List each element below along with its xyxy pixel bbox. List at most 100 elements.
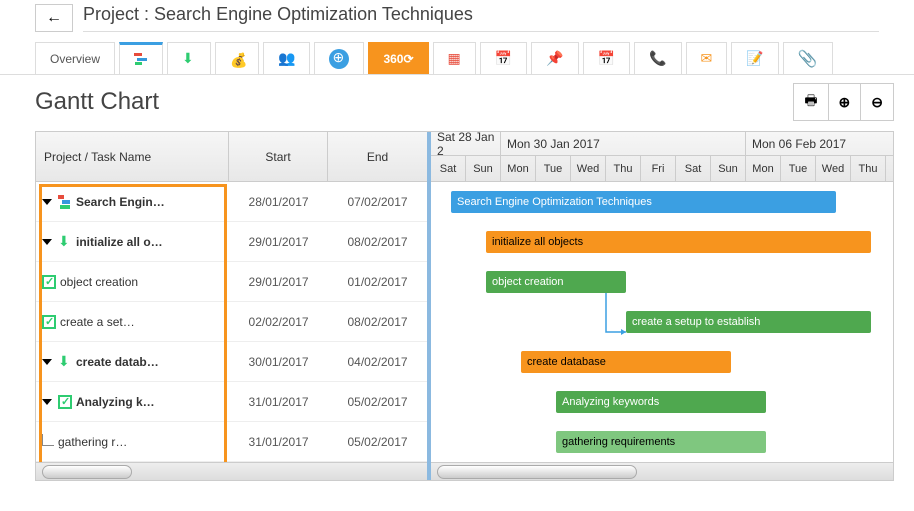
branch-icon bbox=[42, 434, 54, 446]
paperclip-icon: 📎 bbox=[798, 49, 818, 69]
tab-budget[interactable] bbox=[215, 42, 259, 74]
day-header: Mon bbox=[501, 156, 536, 182]
day-header: Tue bbox=[781, 156, 816, 182]
grid-icon: ▦ bbox=[448, 50, 461, 67]
task-name: Analyzing k… bbox=[76, 395, 155, 409]
task-start: 29/01/2017 bbox=[229, 235, 328, 249]
gantt-bar[interactable]: Analyzing keywords bbox=[556, 391, 766, 413]
calendar-red-icon: 📅 bbox=[495, 50, 512, 67]
check-icon bbox=[58, 395, 72, 409]
task-end: 08/02/2017 bbox=[328, 235, 427, 249]
download-icon bbox=[182, 52, 196, 66]
task-start: 28/01/2017 bbox=[229, 195, 328, 209]
tab-attach[interactable]: 📎 bbox=[783, 42, 833, 74]
task-name: gathering r… bbox=[58, 435, 127, 449]
timeline-group-1: Sat 28 Jan 2 bbox=[431, 132, 501, 155]
task-end: 05/02/2017 bbox=[328, 435, 427, 449]
gantt-bar[interactable]: create database bbox=[521, 351, 731, 373]
task-row[interactable]: Analyzing k…31/01/201705/02/2017 bbox=[36, 382, 427, 422]
people-icon: 👥 bbox=[278, 50, 295, 67]
tab-export[interactable] bbox=[167, 42, 211, 74]
day-header: Thu bbox=[606, 156, 641, 182]
task-name: initialize all o… bbox=[76, 235, 163, 249]
back-button[interactable]: ← bbox=[35, 4, 73, 32]
task-start: 31/01/2017 bbox=[229, 395, 328, 409]
day-header: Sun bbox=[466, 156, 501, 182]
gantt-bar[interactable]: initialize all objects bbox=[486, 231, 871, 253]
task-name: object creation bbox=[60, 275, 138, 289]
globe-icon bbox=[329, 49, 349, 69]
download-icon bbox=[58, 235, 72, 249]
collapse-icon[interactable] bbox=[42, 239, 52, 245]
task-start: 30/01/2017 bbox=[229, 355, 328, 369]
task-row[interactable]: initialize all o… 29/01/201708/02/2017 bbox=[36, 222, 427, 262]
collapse-icon[interactable] bbox=[42, 359, 52, 365]
gantt-chart: Project / Task Name Start End Search Eng… bbox=[35, 131, 894, 481]
left-scrollbar[interactable] bbox=[36, 462, 427, 480]
right-scrollbar[interactable] bbox=[431, 462, 893, 480]
task-start: 29/01/2017 bbox=[229, 275, 328, 289]
tab-mail[interactable]: ✉ bbox=[686, 42, 728, 74]
collapse-icon[interactable] bbox=[42, 399, 52, 405]
task-row[interactable]: Search Engin…28/01/201707/02/2017 bbox=[36, 182, 427, 222]
tab-calendar[interactable]: 📅 bbox=[480, 42, 527, 74]
day-header: Tue bbox=[536, 156, 571, 182]
tab-overview[interactable]: Overview bbox=[35, 42, 115, 74]
task-row[interactable]: gathering r… 31/01/201705/02/2017 bbox=[36, 422, 427, 462]
tabstrip: Overview 👥 360⟳ ▦ 📅 📌 📅 📞 ✉ 📝 📎 bbox=[0, 42, 914, 75]
tab-team[interactable]: 👥 bbox=[263, 42, 310, 74]
breadcrumb: Project : Search Engine Optimization Tec… bbox=[83, 4, 879, 32]
day-header: Sat bbox=[431, 156, 466, 182]
check-icon bbox=[42, 275, 56, 289]
gantt-timeline-panel: Sat 28 Jan 2 Mon 30 Jan 2017 Mon 06 Feb … bbox=[431, 132, 893, 480]
zoom-in-button[interactable]: ⊕ bbox=[829, 83, 862, 121]
tab-schedule[interactable]: 📅 bbox=[583, 42, 630, 74]
collapse-icon[interactable] bbox=[42, 199, 52, 205]
gantt-task-panel: Project / Task Name Start End Search Eng… bbox=[36, 132, 431, 480]
task-row[interactable]: create datab…30/01/201704/02/2017 bbox=[36, 342, 427, 382]
gantt-bar[interactable]: Search Engine Optimization Techniques bbox=[451, 191, 836, 213]
pin-icon: 📌 bbox=[546, 50, 563, 67]
print-button[interactable]: 🖶 bbox=[793, 83, 828, 121]
tab-gantt[interactable] bbox=[119, 42, 163, 74]
gantt-icon bbox=[134, 51, 148, 65]
col-header-task[interactable]: Project / Task Name bbox=[36, 132, 229, 181]
day-header: Mon bbox=[746, 156, 781, 182]
tab-globe[interactable] bbox=[314, 42, 364, 74]
timeline-group-3: Mon 06 Feb 2017 bbox=[746, 132, 893, 155]
moneybag-icon bbox=[230, 52, 244, 66]
task-start: 31/01/2017 bbox=[229, 435, 328, 449]
task-end: 04/02/2017 bbox=[328, 355, 427, 369]
check-icon bbox=[42, 315, 56, 329]
day-header: Fri bbox=[641, 156, 676, 182]
download-icon bbox=[58, 355, 72, 369]
task-end: 08/02/2017 bbox=[328, 315, 427, 329]
zoom-in-icon: ⊕ bbox=[839, 94, 851, 110]
day-header: Sat bbox=[676, 156, 711, 182]
timeline-group-2: Mon 30 Jan 2017 bbox=[501, 132, 746, 155]
gantt-bar[interactable]: object creation bbox=[486, 271, 626, 293]
day-header: Thu bbox=[851, 156, 886, 182]
task-row[interactable]: create a set…02/02/201708/02/2017 bbox=[36, 302, 427, 342]
gantt-bar[interactable]: gathering requirements bbox=[556, 431, 766, 453]
col-header-start[interactable]: Start bbox=[229, 132, 328, 181]
task-end: 07/02/2017 bbox=[328, 195, 427, 209]
tab-grid[interactable]: ▦ bbox=[433, 42, 476, 74]
day-header: Wed bbox=[571, 156, 606, 182]
mail-icon: ✉ bbox=[701, 50, 713, 67]
calendar-green-icon: 📅 bbox=[598, 50, 615, 67]
tab-360[interactable]: 360⟳ bbox=[368, 42, 428, 74]
tab-pin[interactable]: 📌 bbox=[531, 42, 578, 74]
note-icon: 📝 bbox=[746, 50, 763, 67]
day-header: Wed bbox=[816, 156, 851, 182]
struct-icon bbox=[58, 195, 72, 209]
tab-notes[interactable]: 📝 bbox=[731, 42, 778, 74]
task-name: create a set… bbox=[60, 315, 135, 329]
col-header-end[interactable]: End bbox=[328, 132, 427, 181]
zoom-out-icon: ⊖ bbox=[871, 94, 883, 110]
gantt-bar[interactable]: create a setup to establish bbox=[626, 311, 871, 333]
zoom-out-button[interactable]: ⊖ bbox=[861, 83, 894, 121]
tab-phone[interactable]: 📞 bbox=[634, 42, 681, 74]
task-row[interactable]: object creation 29/01/201701/02/2017 bbox=[36, 262, 427, 302]
task-end: 01/02/2017 bbox=[328, 275, 427, 289]
